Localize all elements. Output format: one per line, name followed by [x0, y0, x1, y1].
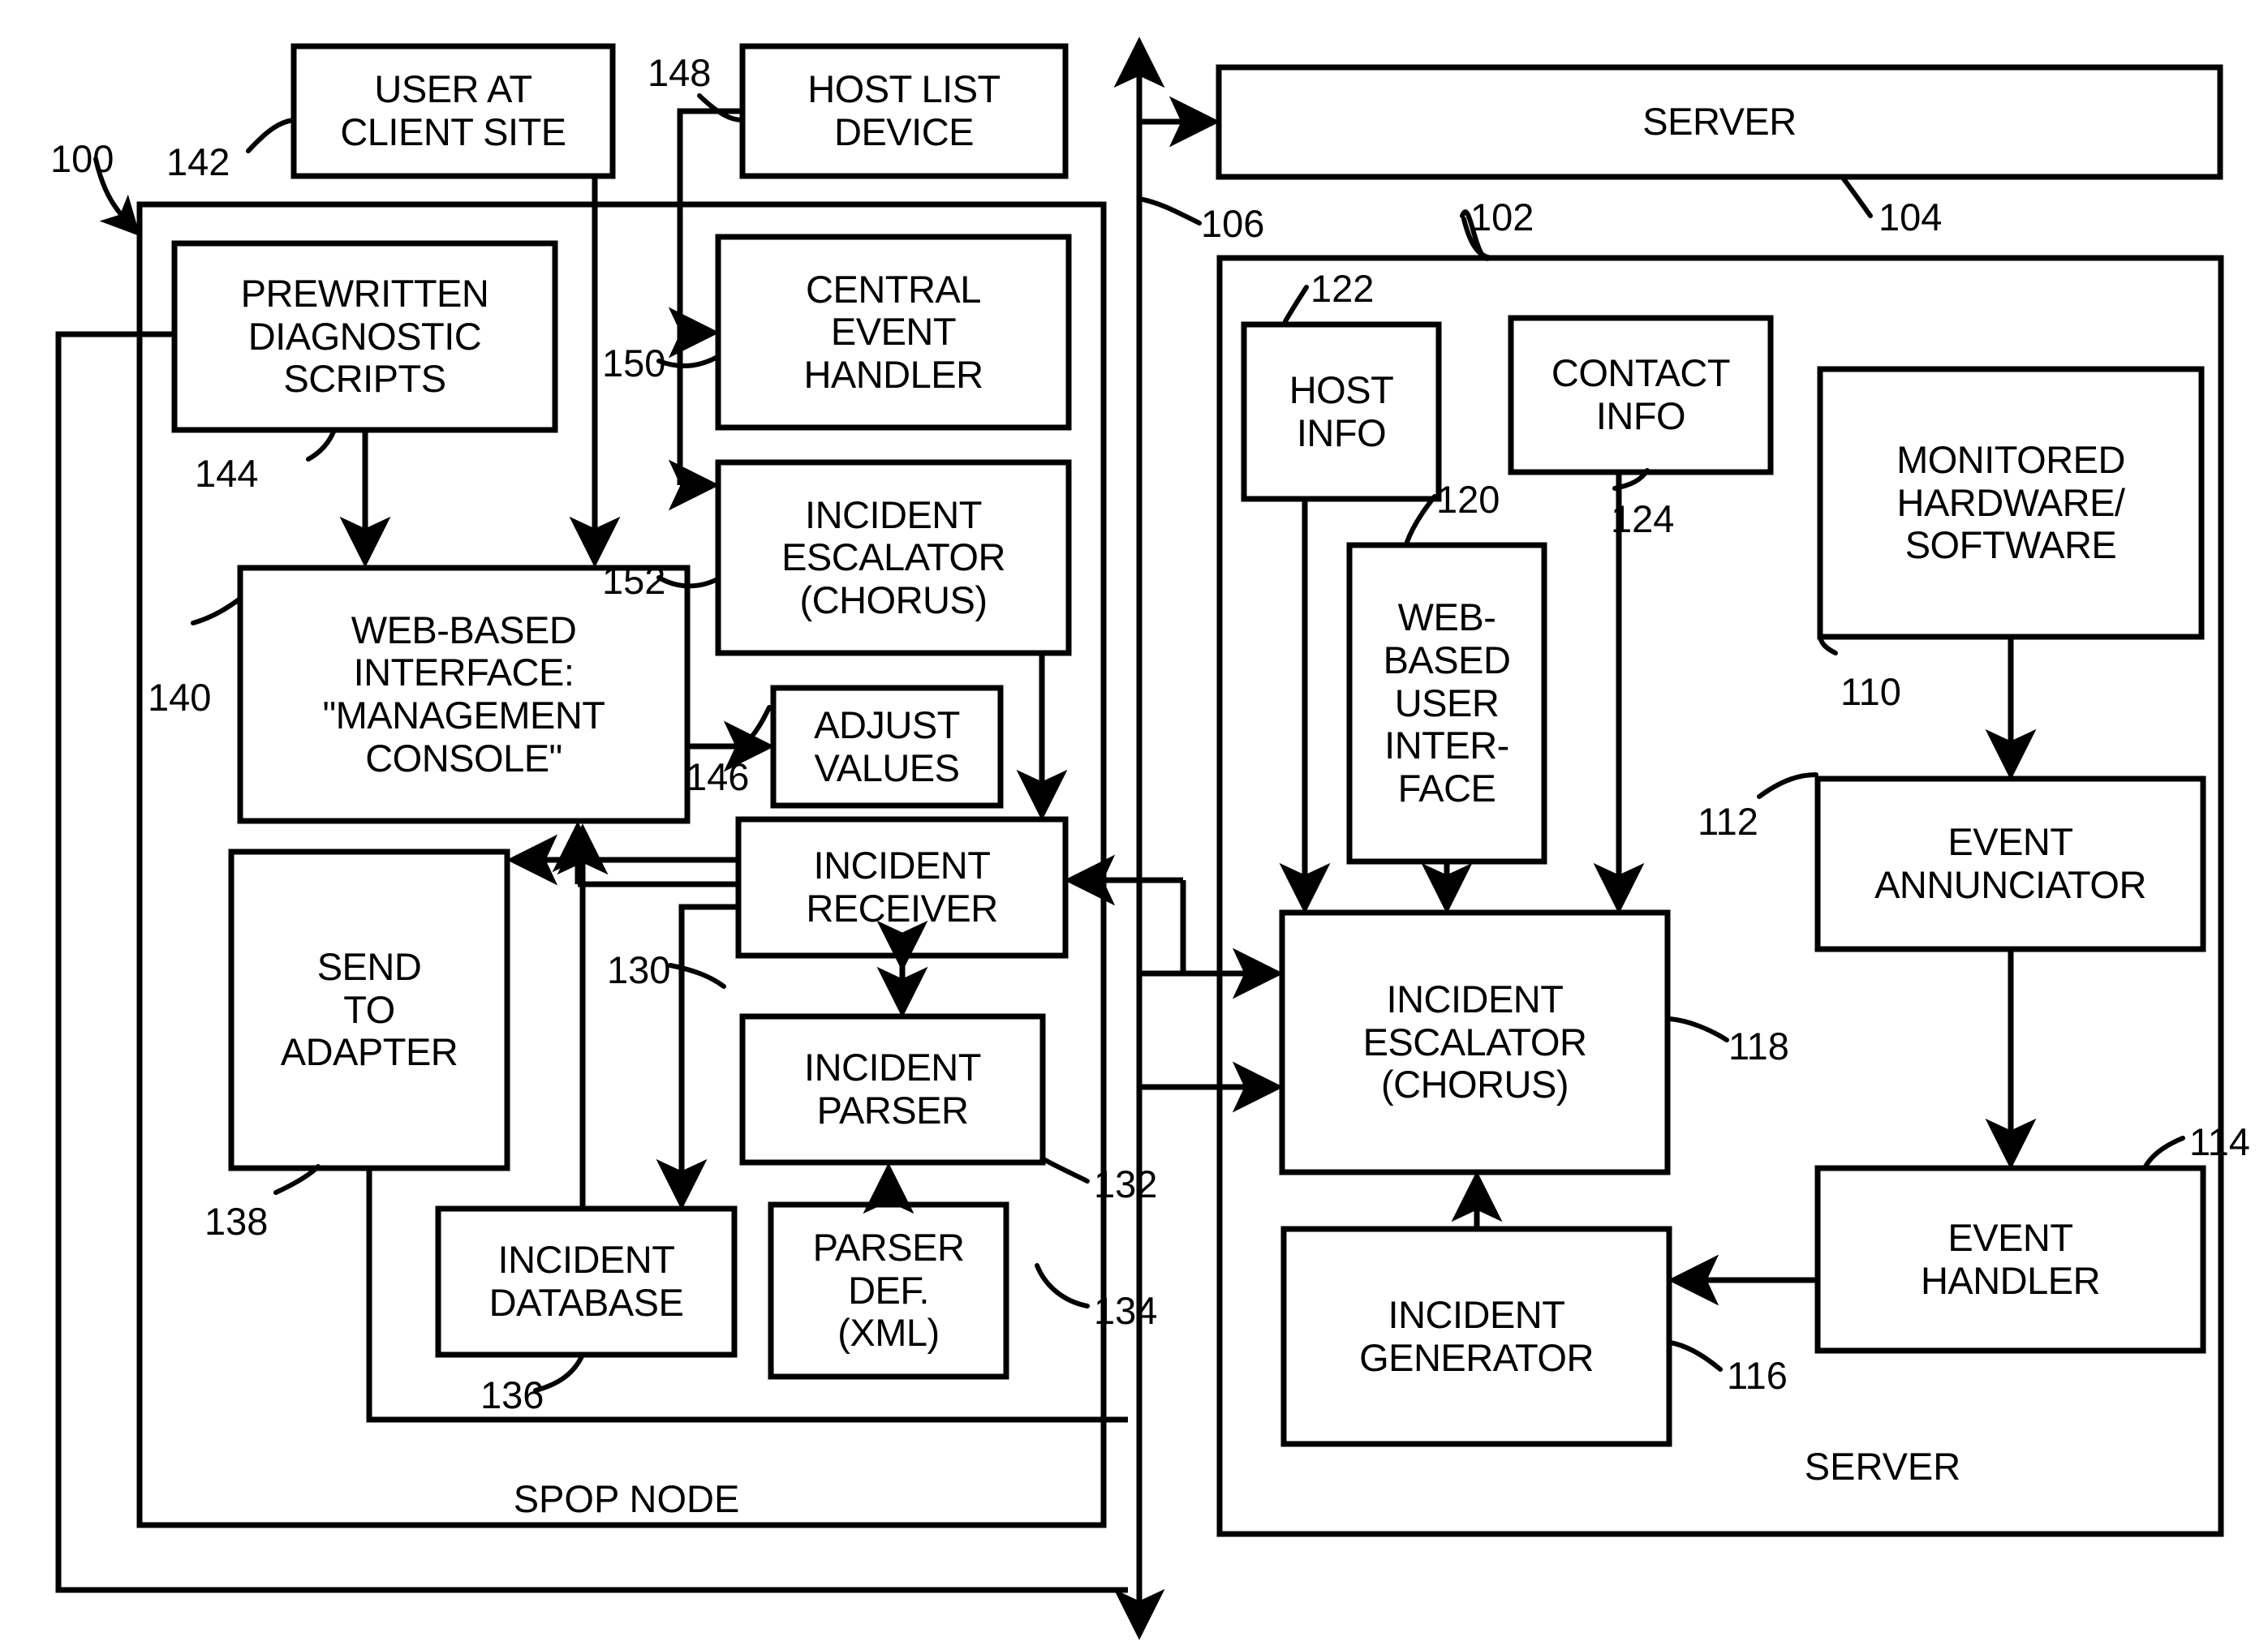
box-user-at-client-site	[290, 43, 616, 179]
leader-144	[306, 428, 337, 462]
leader-114	[2143, 1136, 2185, 1169]
ref-136: 136	[480, 1373, 544, 1416]
label-server-right: SERVER	[1804, 1445, 1961, 1488]
box-incident-parser	[739, 1013, 1046, 1166]
leader-150	[656, 354, 720, 368]
ref-122: 122	[1310, 267, 1375, 310]
leader-140	[191, 596, 243, 625]
leader-116	[1668, 1340, 1723, 1372]
leader-148	[697, 93, 745, 122]
box-prewritten-diagnostic-scripts	[171, 240, 558, 433]
ref-110: 110	[1840, 670, 1901, 713]
ref-134: 134	[1094, 1289, 1158, 1332]
box-web-based-interface	[237, 565, 691, 824]
box-central-event-handler	[715, 234, 1072, 431]
ref-114: 114	[2189, 1120, 2250, 1163]
leader-142	[246, 118, 296, 153]
ref-132: 132	[1094, 1162, 1158, 1205]
box-server-top	[1216, 64, 2223, 180]
ref-140: 140	[148, 676, 212, 719]
ref-116: 116	[1727, 1354, 1788, 1397]
box-host-list-device	[739, 43, 1069, 179]
ref-120: 120	[1436, 478, 1500, 521]
box-parser-def-xml	[768, 1201, 1009, 1380]
box-incident-escalator-right	[1279, 909, 1671, 1175]
leader-134	[1035, 1263, 1090, 1308]
box-web-based-user-interface	[1346, 542, 1547, 865]
diagram-canvas	[55, 37, 2224, 1640]
box-host-info	[1241, 321, 1442, 502]
box-incident-database	[435, 1205, 738, 1358]
leader-146	[739, 705, 772, 750]
conn-receiver-left-to-database-elbow	[678, 904, 738, 956]
ref-152: 152	[602, 559, 666, 602]
ref-118: 118	[1728, 1025, 1789, 1068]
ref-144: 144	[195, 452, 259, 495]
leader-104	[1840, 174, 1873, 218]
ref-102: 102	[1470, 196, 1534, 238]
box-incident-generator	[1280, 1226, 1672, 1447]
box-incident-receiver	[735, 816, 1069, 959]
leader-120	[1405, 494, 1437, 544]
ref-142: 142	[166, 140, 230, 183]
box-event-annunciator	[1814, 776, 2206, 952]
ref-112: 112	[1698, 800, 1758, 843]
box-event-handler	[1814, 1165, 2206, 1354]
ref-106: 106	[1201, 202, 1265, 245]
leader-132	[1043, 1158, 1090, 1184]
ref-138: 138	[204, 1200, 269, 1243]
leader-118	[1668, 1016, 1729, 1042]
box-incident-escalator-left	[715, 459, 1072, 656]
box-send-to-adapter	[228, 849, 510, 1171]
box-adjust-values	[770, 685, 1004, 809]
label-spop-node: SPOP NODE	[513, 1477, 740, 1520]
ref-100: 100	[50, 137, 114, 180]
ref-148: 148	[648, 51, 712, 94]
box-contact-info	[1508, 315, 1774, 475]
box-monitored-hardware-software	[1817, 366, 2205, 640]
ref-130: 130	[607, 948, 671, 991]
leader-122	[1283, 285, 1309, 324]
ref-146: 146	[686, 755, 750, 798]
patent-figure: USER AT CLIENT SITE HOST LIST DEVICE SER…	[0, 0, 2268, 1650]
ref-104: 104	[1879, 196, 1943, 238]
leader-130	[668, 963, 726, 989]
leader-112	[1757, 772, 1818, 799]
ref-124: 124	[1611, 497, 1675, 540]
ref-150: 150	[602, 342, 666, 385]
leader-106	[1137, 196, 1202, 226]
